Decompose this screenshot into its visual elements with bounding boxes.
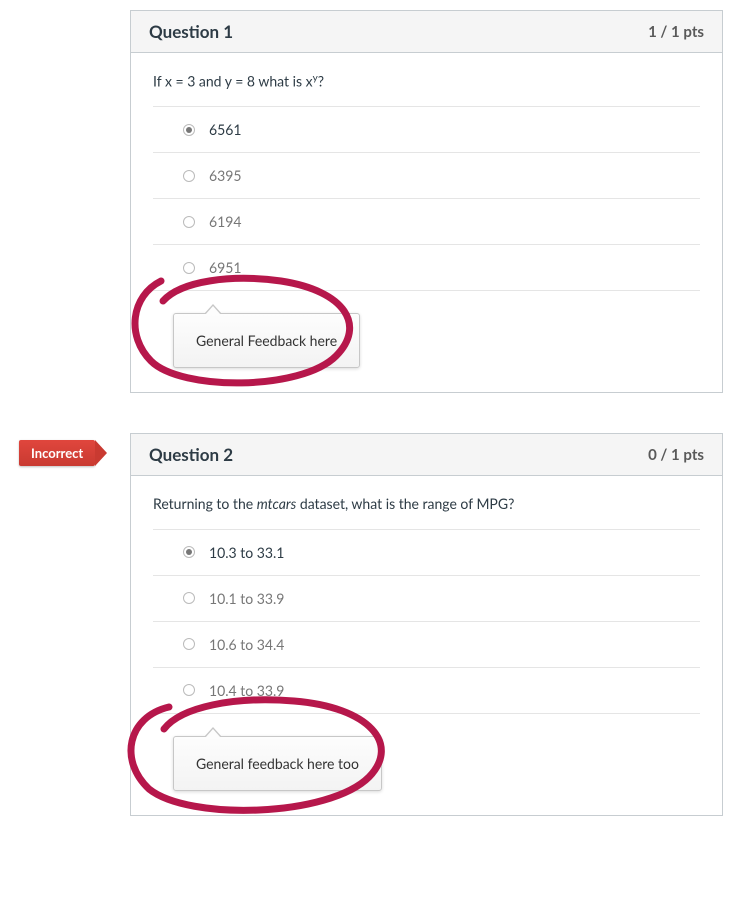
badge-label: Incorrect	[31, 445, 83, 461]
radio-icon	[183, 262, 195, 274]
radio-icon	[183, 170, 195, 182]
answers-group: 10.3 to 33.1 10.1 to 33.9 10.6 to 34.4 1…	[153, 529, 700, 714]
feedback-box: General feedback here too	[173, 736, 382, 791]
answer-option[interactable]: 10.3 to 33.1	[153, 530, 700, 576]
answer-text: 6395	[209, 167, 241, 184]
question-title: Question 1	[149, 21, 233, 42]
answer-text: 10.1 to 33.9	[209, 590, 284, 607]
answer-option[interactable]: 6561	[153, 107, 700, 153]
answer-text: 10.3 to 33.1	[209, 544, 284, 561]
question-body: If x = 3 and y = 8 what is xy? 6561 6395…	[131, 53, 722, 392]
answer-text: 10.4 to 33.9	[209, 682, 284, 699]
radio-icon	[183, 592, 195, 604]
question-header: Question 2 0 / 1 pts	[131, 434, 722, 476]
feedback-text: General Feedback here	[196, 332, 337, 349]
question-points: 1 / 1 pts	[648, 23, 704, 41]
question-points: 0 / 1 pts	[648, 446, 704, 464]
feedback-box: General Feedback here	[173, 313, 360, 368]
incorrect-badge: Incorrect	[19, 440, 95, 466]
question-prompt: If x = 3 and y = 8 what is xy?	[153, 71, 700, 91]
answer-option[interactable]: 10.1 to 33.9	[153, 576, 700, 622]
question-title: Question 2	[149, 444, 233, 465]
question-body: Returning to the mtcars dataset, what is…	[131, 476, 722, 815]
answer-option[interactable]: 10.6 to 34.4	[153, 622, 700, 668]
answer-text: 6194	[209, 213, 241, 230]
answers-group: 6561 6395 6194 6951	[153, 106, 700, 291]
answer-option[interactable]: 6951	[153, 245, 700, 291]
radio-icon	[183, 216, 195, 228]
answer-text: 6951	[209, 259, 241, 276]
radio-icon	[183, 638, 195, 650]
radio-icon	[183, 124, 195, 136]
question-block-2: Incorrect Question 2 0 / 1 pts Returning…	[130, 433, 723, 816]
radio-icon	[183, 684, 195, 696]
radio-icon	[183, 546, 195, 558]
answer-option[interactable]: 6194	[153, 199, 700, 245]
answer-text: 6561	[209, 121, 241, 138]
feedback-text: General feedback here too	[196, 755, 359, 772]
question-header: Question 1 1 / 1 pts	[131, 11, 722, 53]
question-prompt: Returning to the mtcars dataset, what is…	[153, 494, 700, 514]
answer-text: 10.6 to 34.4	[209, 636, 284, 653]
question-block-1: Question 1 1 / 1 pts If x = 3 and y = 8 …	[130, 10, 723, 393]
answer-option[interactable]: 10.4 to 33.9	[153, 668, 700, 714]
answer-option[interactable]: 6395	[153, 153, 700, 199]
